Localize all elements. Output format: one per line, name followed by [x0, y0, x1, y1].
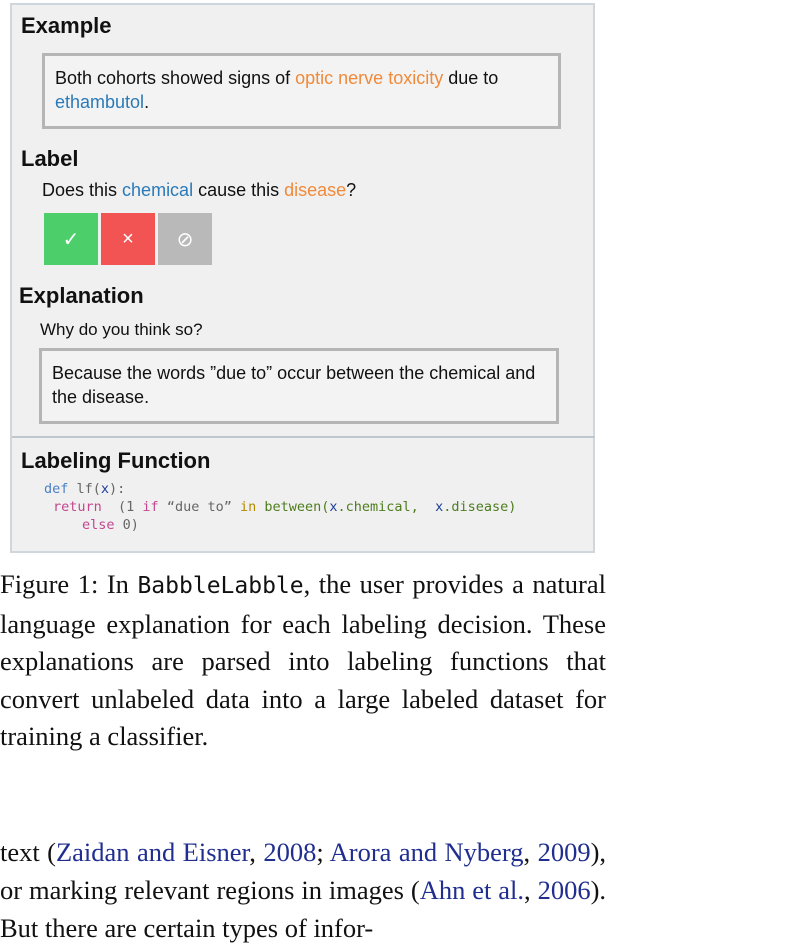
code-token: between( [256, 499, 330, 515]
code-token: lf( [68, 481, 101, 497]
accept-button[interactable]: ✓ [44, 213, 98, 265]
code-line-3: else 0) [82, 517, 139, 533]
close-icon: × [122, 227, 134, 250]
labeling-function-heading: Labeling Function [21, 448, 211, 473]
citation-link[interactable]: 2008 [263, 837, 316, 867]
body-text: , [524, 875, 538, 905]
example-text: . [144, 92, 150, 112]
citation-link[interactable]: Arora and Nyberg [330, 837, 524, 867]
label-question: Does this chemical cause this disease? [42, 180, 356, 201]
system-name: BabbleLabble [137, 573, 304, 599]
citation-link[interactable]: 2006 [538, 875, 591, 905]
code-token: in [239, 499, 257, 515]
disease-mention: optic nerve toxicity [295, 68, 444, 88]
body-text: text ( [0, 837, 56, 867]
body-paragraph: text (Zaidan and Eisner, 2008; Arora and… [0, 833, 606, 947]
label-heading: Label [21, 146, 79, 171]
skip-button[interactable]: ⊘ [158, 213, 212, 265]
example-text: due to [443, 68, 499, 88]
chemical-mention: ethambutol [55, 92, 145, 112]
check-icon: ✓ [62, 228, 80, 251]
question-text: Does this [42, 180, 123, 200]
section-divider [12, 436, 595, 438]
code-token: (1 [101, 499, 143, 515]
body-text: , [523, 837, 538, 867]
citation-link[interactable]: Zaidan and Eisner [56, 837, 249, 867]
citation-link[interactable]: Ahn et al. [420, 875, 524, 905]
code-token: x [100, 481, 110, 497]
figure-caption: Figure 1: In BabbleLabble, the user prov… [0, 566, 606, 756]
body-text: ; [316, 837, 330, 867]
example-sentence-box: Both cohorts showed signs of optic nerve… [42, 53, 561, 129]
code-token: “due to” [158, 499, 240, 515]
explanation-input[interactable]: Because the words ”due to” occur between… [39, 348, 559, 424]
code-token: ): [109, 481, 126, 497]
question-text: ? [346, 180, 357, 200]
code-token: x [329, 499, 338, 515]
code-token: .chemical, [337, 499, 436, 515]
code-token: .disease) [443, 499, 517, 515]
code-token: if [142, 499, 159, 515]
code-token: x [435, 499, 444, 515]
example-heading: Example [21, 13, 112, 38]
reject-button[interactable]: × [101, 213, 155, 265]
code-line-1: def lf(x): [44, 481, 125, 497]
example-text: Both cohorts showed signs of [55, 68, 296, 88]
explanation-heading: Explanation [19, 283, 144, 308]
code-line-2: return (1 if “due to” in between(x.chemi… [53, 499, 516, 515]
code-token: return [53, 499, 102, 515]
code-token: 0) [114, 517, 139, 533]
code-token: def [44, 481, 69, 497]
question-chemical: chemical [122, 180, 194, 200]
question-text: cause this [193, 180, 285, 200]
figure-panel: Example Both cohorts showed signs of opt… [10, 3, 595, 553]
labeling-interface: Example Both cohorts showed signs of opt… [12, 5, 595, 436]
why-prompt: Why do you think so? [40, 320, 203, 339]
citation-link[interactable]: 2009 [538, 837, 591, 867]
body-text: , [249, 837, 264, 867]
skip-icon: ⊘ [176, 228, 194, 251]
code-token: else [82, 517, 115, 533]
caption-text: Figure 1: In [0, 569, 138, 599]
question-disease: disease [284, 180, 347, 200]
